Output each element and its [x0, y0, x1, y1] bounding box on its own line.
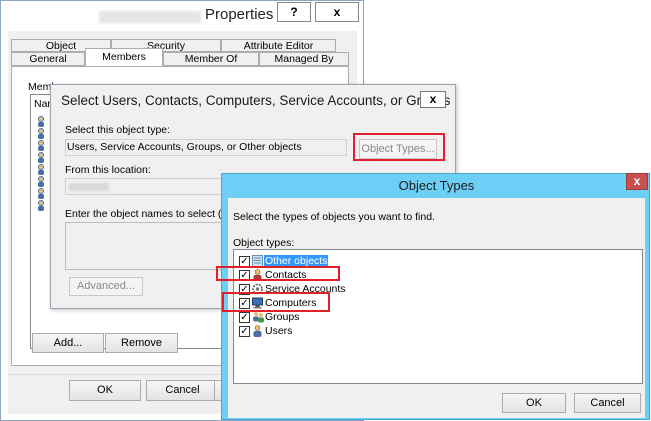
member-user-icons [35, 115, 47, 214]
object-types-ok-button[interactable]: OK [502, 393, 566, 413]
properties-ok-button[interactable]: OK [69, 380, 141, 401]
redacted-location [69, 183, 109, 191]
properties-close-button[interactable]: x [315, 2, 359, 22]
contacts-highlight [216, 266, 340, 281]
computers-highlight [222, 292, 330, 312]
tab-attribute-editor[interactable]: Attribute Editor [221, 39, 336, 52]
location-label: From this location: [65, 164, 151, 176]
enter-names-text: Enter the object names to select ( [65, 208, 222, 220]
checkbox-users[interactable]: ✓ [239, 326, 250, 337]
tab-member-of[interactable]: Member Of [163, 52, 259, 66]
object-types-title: Object Types [398, 178, 475, 193]
object-type-label: Select this object type: [65, 124, 171, 136]
group-icon [253, 311, 264, 323]
select-dialog-close-button[interactable]: x [420, 91, 446, 108]
object-types-list-label: Object types: [233, 237, 295, 249]
select-dialog-title: Select Users, Contacts, Computers, Servi… [61, 93, 451, 108]
tab-managed-by[interactable]: Managed By [259, 52, 349, 66]
name-column-header[interactable]: Nar [34, 98, 51, 110]
object-type-field: Users, Service Accounts, Groups, or Othe… [65, 139, 347, 156]
properties-cancel-button[interactable]: Cancel [146, 380, 219, 401]
object-types-highlight [353, 133, 445, 161]
add-button[interactable]: Add... [32, 333, 104, 353]
list-item-label: Users [265, 325, 293, 337]
tab-general[interactable]: General [11, 52, 85, 66]
redacted-group-name [99, 11, 201, 23]
list-item-label: Groups [265, 311, 300, 323]
list-item[interactable]: ✓ Groups [239, 311, 439, 324]
properties-title-bar: Properties ? x [1, 1, 363, 31]
object-types-close-button[interactable]: x [626, 173, 648, 190]
help-button[interactable]: ? [277, 2, 311, 22]
user-icon-column [38, 116, 44, 211]
object-types-cancel-button[interactable]: Cancel [574, 393, 641, 413]
list-item[interactable]: ✓ Users [239, 325, 439, 338]
properties-title: Properties [205, 6, 274, 23]
object-types-instruction: Select the types of objects you want to … [233, 211, 435, 223]
object-names-input[interactable] [65, 222, 227, 270]
advanced-button[interactable]: Advanced... [69, 277, 143, 296]
user-icon [253, 325, 262, 337]
remove-button[interactable]: Remove [105, 333, 178, 353]
enter-names-label: Enter the object names to select (exa [65, 208, 238, 220]
tab-members[interactable]: Members [85, 48, 163, 67]
checkbox-groups[interactable]: ✓ [239, 312, 250, 323]
